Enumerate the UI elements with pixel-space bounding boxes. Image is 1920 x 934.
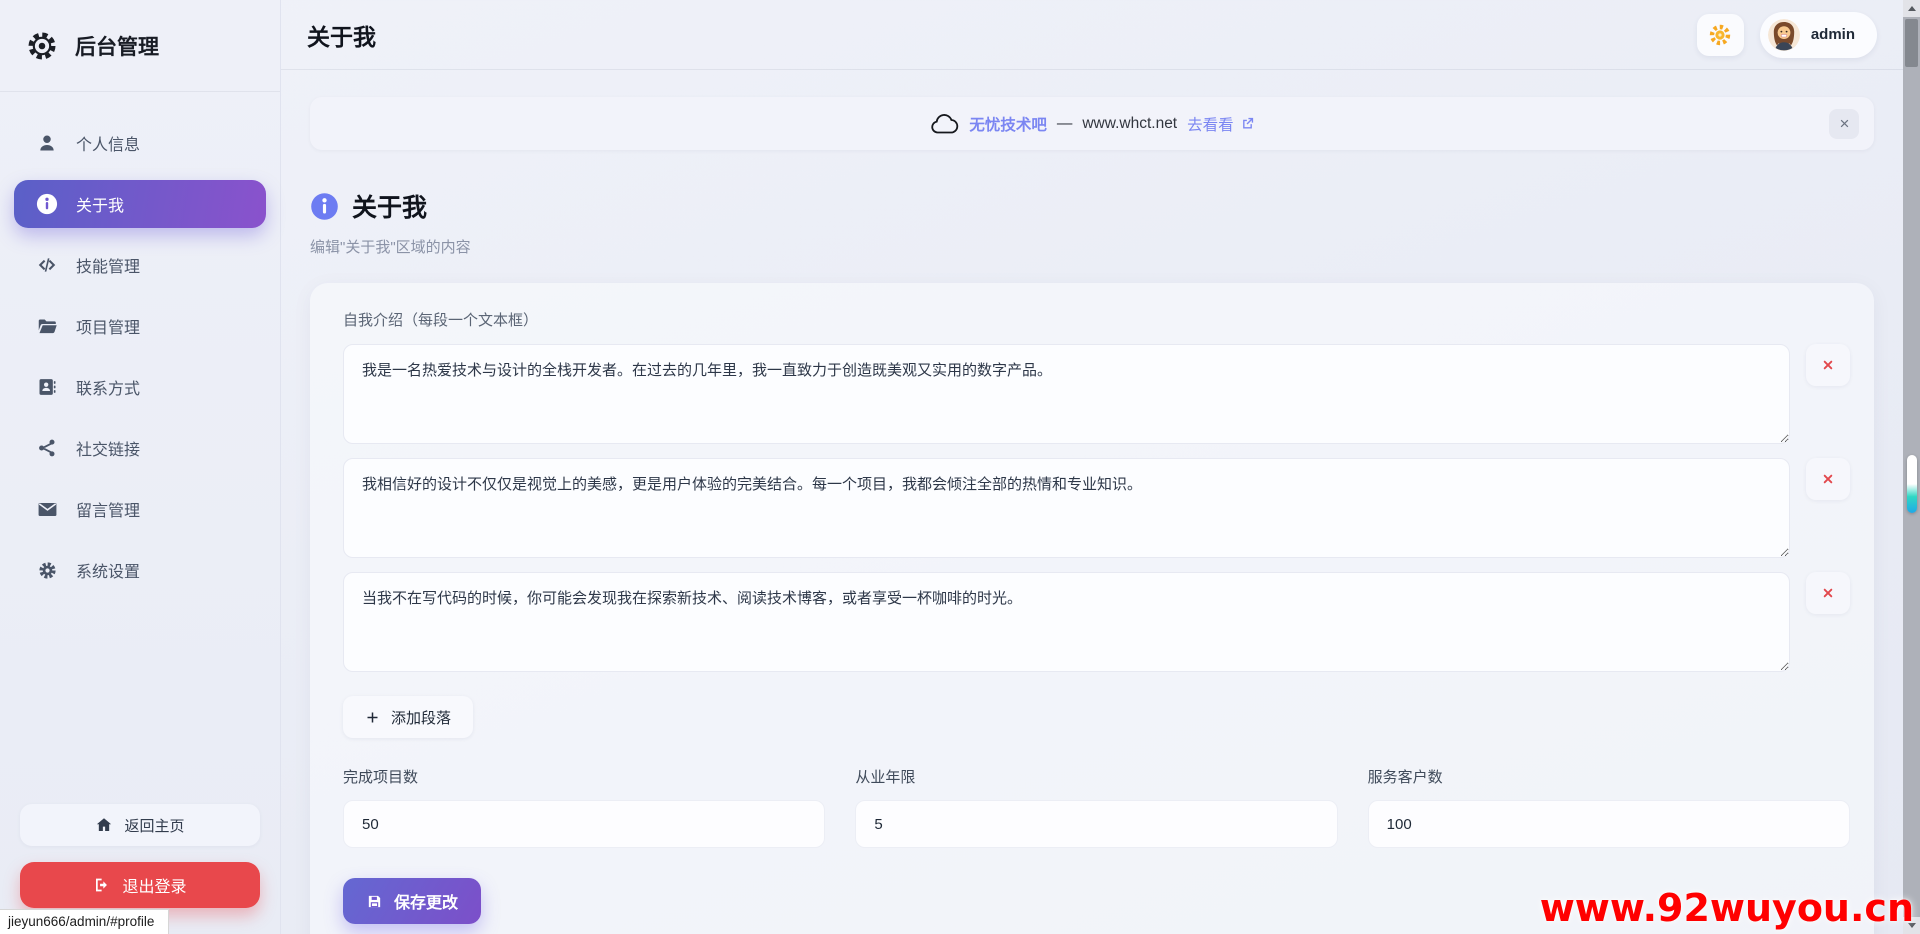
- user-icon: [35, 133, 59, 153]
- back-home-button[interactable]: 返回主页: [20, 804, 260, 846]
- sidebar-item-label: 项目管理: [76, 314, 140, 338]
- watermark: www.92wuyou.cn: [1540, 886, 1914, 930]
- add-paragraph-button[interactable]: 添加段落: [343, 696, 473, 738]
- stat-field: 从业年限: [855, 766, 1337, 848]
- logout-button[interactable]: 退出登录: [20, 862, 260, 908]
- main-area: 关于我: [281, 0, 1903, 934]
- username: admin: [1811, 26, 1855, 43]
- notice-go-label: 去看看: [1187, 113, 1234, 135]
- external-link-icon: [1240, 116, 1255, 131]
- paragraph-textarea-1[interactable]: 我是一名热爱技术与设计的全栈开发者。在过去的几年里，我一直致力于创造既美观又实用…: [343, 344, 1790, 444]
- status-bar: jieyun666/admin/#profile: [0, 909, 169, 934]
- add-paragraph-label: 添加段落: [391, 707, 451, 728]
- home-icon: [95, 816, 113, 834]
- back-home-label: 返回主页: [124, 815, 184, 836]
- sidebar-item-label: 技能管理: [76, 253, 140, 277]
- stats-grid: 完成项目数 从业年限 服务客户数: [343, 766, 1850, 848]
- sidebar-item-settings[interactable]: 系统设置: [14, 546, 266, 594]
- intro-label: 自我介绍（每段一个文本框）: [343, 309, 1850, 330]
- folder-icon: [35, 316, 59, 337]
- logout-icon: [93, 876, 111, 894]
- topbar: 关于我: [281, 0, 1903, 70]
- paragraph-textarea-3[interactable]: 当我不在写代码的时候，你可能会发现我在探索新技术、阅读技术博客，或者享受一杯咖啡…: [343, 572, 1790, 672]
- scroll-up-arrow[interactable]: [1903, 0, 1920, 17]
- clients-count-input[interactable]: [1368, 800, 1850, 848]
- cloud-icon: [929, 113, 959, 135]
- notice-site-link[interactable]: 无忧技术吧: [969, 113, 1047, 135]
- sidebar-item-label: 社交链接: [76, 436, 140, 460]
- stat-label: 服务客户数: [1368, 766, 1850, 787]
- section-header: 关于我: [310, 188, 1874, 224]
- years-experience-input[interactable]: [855, 800, 1337, 848]
- sidebar-item-label: 联系方式: [76, 375, 140, 399]
- delete-paragraph-button[interactable]: [1806, 458, 1850, 500]
- save-icon: [366, 893, 383, 910]
- paragraph-row: 当我不在写代码的时候，你可能会发现我在探索新技术、阅读技术博客，或者享受一杯咖啡…: [343, 572, 1850, 672]
- close-icon[interactable]: [1829, 109, 1859, 139]
- sidebar-item-label: 留言管理: [76, 497, 140, 521]
- contact-card-icon: [35, 377, 59, 397]
- user-menu[interactable]: admin: [1760, 12, 1877, 58]
- sidebar-item-about[interactable]: 关于我: [14, 180, 266, 228]
- notice-go-link[interactable]: 去看看: [1187, 113, 1255, 135]
- sidebar-item-messages[interactable]: 留言管理: [14, 485, 266, 533]
- code-icon: [35, 254, 59, 276]
- share-icon: [35, 438, 59, 458]
- app-logo: 后台管理: [0, 0, 280, 92]
- avatar: [1768, 19, 1800, 51]
- sidebar-item-projects[interactable]: 项目管理: [14, 302, 266, 350]
- gear-icon: [35, 560, 59, 581]
- sidebar-item-contact[interactable]: 联系方式: [14, 363, 266, 411]
- notice-separator: —: [1057, 115, 1073, 133]
- app-title: 后台管理: [75, 31, 159, 61]
- section-subtitle: 编辑"关于我"区域的内容: [310, 236, 1874, 257]
- save-label: 保存更改: [394, 889, 458, 913]
- sidebar-menu: 个人信息 关于我 技能管理: [0, 92, 280, 594]
- info-icon: [35, 193, 59, 215]
- notice-site-url: www.whct.net: [1082, 115, 1177, 133]
- theme-toggle-button[interactable]: [1697, 14, 1744, 56]
- paragraph-row: 我是一名热爱技术与设计的全栈开发者。在过去的几年里，我一直致力于创造既美观又实用…: [343, 344, 1850, 444]
- stat-field: 完成项目数: [343, 766, 825, 848]
- sidebar-item-skills[interactable]: 技能管理: [14, 241, 266, 289]
- sidebar-item-label: 个人信息: [76, 131, 140, 155]
- stat-label: 从业年限: [855, 766, 1337, 787]
- scrollbar-thumb[interactable]: [1905, 19, 1918, 67]
- delete-paragraph-button[interactable]: [1806, 572, 1850, 614]
- sidebar-item-label: 系统设置: [76, 558, 140, 582]
- gear-logo-icon: [24, 28, 60, 64]
- stat-field: 服务客户数: [1368, 766, 1850, 848]
- page-title: 关于我: [307, 18, 376, 52]
- scroll-indicator[interactable]: [1907, 455, 1917, 513]
- envelope-icon: [35, 499, 59, 520]
- sun-icon: [1708, 23, 1732, 47]
- delete-paragraph-button[interactable]: [1806, 344, 1850, 386]
- plus-icon: [365, 710, 380, 725]
- about-form-card: 自我介绍（每段一个文本框） 我是一名热爱技术与设计的全栈开发者。在过去的几年里，…: [310, 283, 1874, 934]
- stat-label: 完成项目数: [343, 766, 825, 787]
- sidebar-item-profile[interactable]: 个人信息: [14, 119, 266, 167]
- save-button[interactable]: 保存更改: [343, 878, 481, 924]
- projects-count-input[interactable]: [343, 800, 825, 848]
- info-circle-icon: [310, 192, 339, 221]
- sidebar-item-label: 关于我: [76, 192, 124, 216]
- sidebar: 后台管理 个人信息 关于我: [0, 0, 281, 934]
- paragraph-row: 我相信好的设计不仅仅是视觉上的美感，更是用户体验的完美结合。每一个项目，我都会倾…: [343, 458, 1850, 558]
- section-title: 关于我: [352, 188, 427, 224]
- sidebar-item-social[interactable]: 社交链接: [14, 424, 266, 472]
- logout-label: 退出登录: [122, 873, 186, 897]
- paragraph-textarea-2[interactable]: 我相信好的设计不仅仅是视觉上的美感，更是用户体验的完美结合。每一个项目，我都会倾…: [343, 458, 1790, 558]
- notice-banner: 无忧技术吧 — www.whct.net 去看看: [310, 97, 1874, 150]
